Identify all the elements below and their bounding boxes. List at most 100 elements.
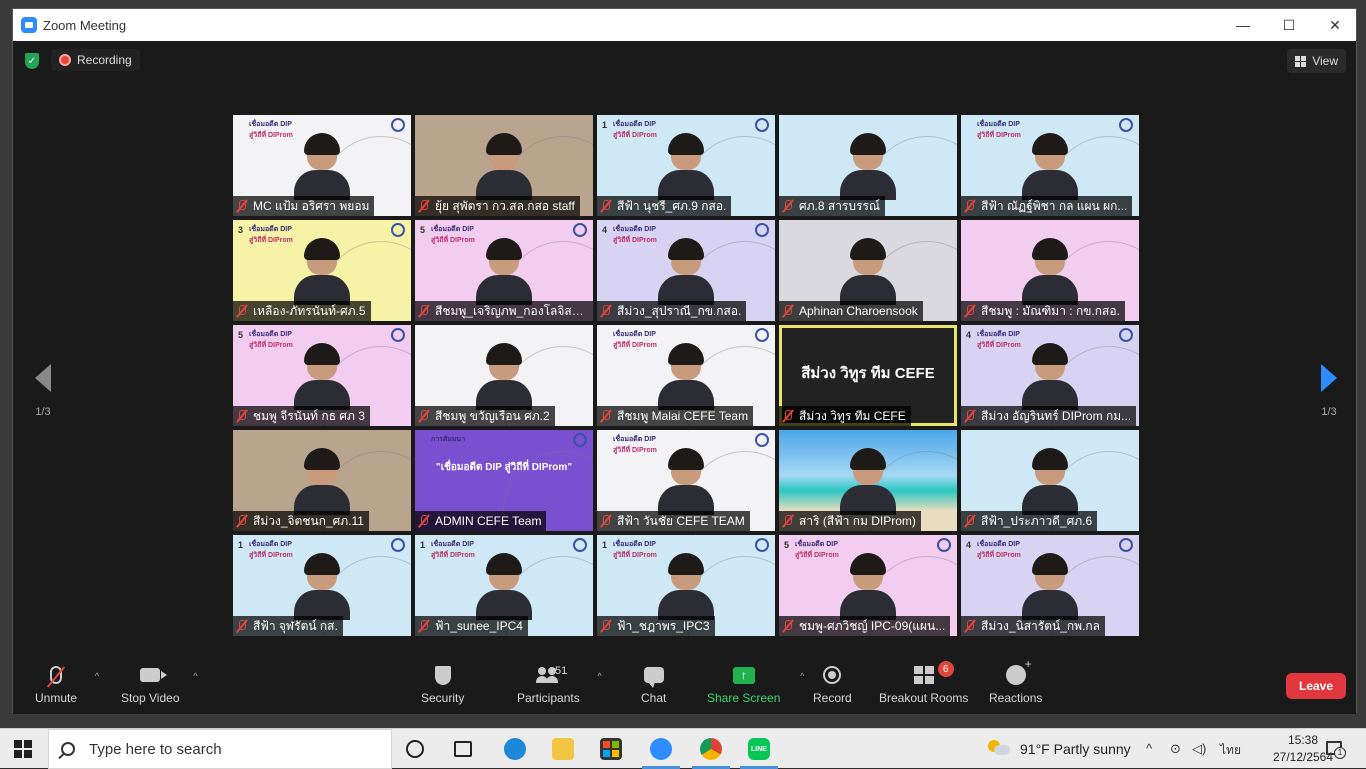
participant-video-tile[interactable]: เชื่อมอดีต DIP สู่วิถีที่ DIProm สีฟ้า วัน… bbox=[597, 430, 775, 531]
participant-video-tile[interactable]: ยุ้ย สุพัตรา กว.สล.กสอ staff bbox=[415, 115, 593, 216]
windows-start-icon[interactable] bbox=[14, 740, 32, 758]
participant-video-tile[interactable]: 4 เชื่อมอดีต DIP สู่วิถีที่ DIProm สีม่วง อ… bbox=[961, 325, 1139, 426]
maximize-button[interactable]: ☐ bbox=[1266, 9, 1312, 41]
event-banner-line-1: การสัมมนา bbox=[431, 436, 466, 443]
group-number-badge: 5 bbox=[420, 225, 426, 235]
chrome-browser-icon[interactable] bbox=[700, 738, 722, 760]
event-banner-line-2: สู่วิถีที่ DIProm bbox=[613, 237, 657, 244]
next-page-button[interactable]: 1/3 bbox=[1309, 364, 1349, 418]
participants-options-chevron-icon[interactable]: ^ bbox=[597, 671, 601, 681]
participant-video-tile[interactable]: เชื่อมอดีต DIP สู่วิถีที่ DIProm สีชมพู Ma… bbox=[597, 325, 775, 426]
taskbar-search-box[interactable]: Type here to search bbox=[48, 729, 392, 769]
participant-video-tile[interactable]: 1 เชื่อมอดีต DIP สู่วิถีที่ DIProm ฟ้า_ชฎาพ… bbox=[597, 535, 775, 636]
volume-icon[interactable]: ◁) bbox=[1192, 741, 1206, 757]
participant-name: สีชมพู : มัณฑิมา : กข.กสอ. bbox=[981, 303, 1120, 318]
view-button[interactable]: View bbox=[1287, 49, 1346, 73]
event-banner-line-1: เชื่อมอดีต DIP bbox=[977, 331, 1020, 338]
previous-page-button[interactable]: 1/3 bbox=[23, 364, 63, 418]
event-banner: เชื่อมอดีต DIP สู่วิถีที่ DIProm bbox=[795, 539, 841, 559]
minimize-button[interactable]: — bbox=[1220, 9, 1266, 41]
chat-button[interactable]: Chat bbox=[641, 663, 666, 711]
line-app-icon[interactable]: LINE bbox=[748, 738, 770, 760]
microphone-muted-icon bbox=[782, 514, 794, 528]
participant-video-person bbox=[658, 238, 714, 305]
microphone-muted-icon bbox=[600, 619, 612, 633]
participant-video-tile[interactable]: สีชมพู : มัณฑิมา : กข.กสอ. bbox=[961, 220, 1139, 321]
zoom-meeting-window: Zoom Meeting — ☐ ✕ ✓ Recording View 1/3 … bbox=[12, 8, 1358, 714]
participant-video-tile[interactable]: การสัมมนา "เชื่อมอดีต DIP สู่วิถีที่ DIPr… bbox=[415, 430, 593, 531]
participant-name: ฟ้า_sunee_IPC4 bbox=[435, 618, 523, 633]
audio-options-chevron-icon[interactable]: ^ bbox=[95, 671, 99, 681]
video-camera-icon bbox=[140, 668, 168, 682]
network-icon[interactable]: ⊙ bbox=[1170, 741, 1181, 757]
microsoft-store-icon[interactable] bbox=[600, 738, 622, 760]
unmute-button[interactable]: Unmute ^ bbox=[35, 663, 99, 711]
event-banner-line-1: เชื่อมอดีต DIP bbox=[613, 226, 656, 233]
participant-nameplate: ชมพู-ศภวิชญ์ IPC-09(แผน... bbox=[779, 616, 951, 636]
stop-video-button[interactable]: Stop Video ^ bbox=[121, 663, 198, 711]
participant-video-tile[interactable]: สีม่วง_จิตชนก_ศภ.11 bbox=[233, 430, 411, 531]
leave-meeting-button[interactable]: Leave bbox=[1286, 673, 1346, 699]
participant-video-tile[interactable]: เชื่อมอดีต DIP สู่วิถีที่ DIProm สีฟ้า ณัฏ… bbox=[961, 115, 1139, 216]
event-banner: เชื่อมอดีต DIP สู่วิถีที่ DIProm bbox=[431, 224, 477, 244]
participant-video-tile[interactable]: ศภ.8 สารบรรณ์ bbox=[779, 115, 957, 216]
cortana-icon[interactable] bbox=[406, 740, 424, 758]
file-explorer-icon[interactable] bbox=[552, 738, 574, 760]
partly-sunny-icon[interactable] bbox=[988, 740, 1010, 756]
encryption-shield-icon[interactable]: ✓ bbox=[25, 53, 39, 69]
event-banner: เชื่อมอดีต DIP สู่วิถีที่ DIProm bbox=[977, 539, 1023, 559]
breakout-rooms-button[interactable]: 6 Breakout Rooms bbox=[879, 661, 969, 711]
diprom-logo-icon bbox=[391, 118, 405, 132]
participant-video-tile[interactable]: 1 เชื่อมอดีต DIP สู่วิถีที่ DIProm ฟ้า_sune… bbox=[415, 535, 593, 636]
share-screen-button[interactable]: ↑ Share Screen ^ bbox=[707, 663, 804, 711]
participant-video-tile[interactable]: สีม่วง วิทูร ทีม CEFE สีม่วง วิทูร ทีม CE… bbox=[779, 325, 957, 426]
event-banner-line-1: เชื่อมอดีต DIP bbox=[431, 226, 474, 233]
participant-video-tile[interactable]: 1 เชื่อมอดีต DIP สู่วิถีที่ DIProm สีฟ้า นุ… bbox=[597, 115, 775, 216]
microphone-muted-icon bbox=[964, 514, 976, 528]
tray-overflow-chevron-icon[interactable]: ^ bbox=[1146, 741, 1152, 756]
participant-video-tile[interactable]: 3 เชื่อมอดีต DIP สู่วิถีที่ DIProm เหลือง-ภ… bbox=[233, 220, 411, 321]
participant-video-tile[interactable]: สีฟ้า_ประภาวดี_ศภ.6 bbox=[961, 430, 1139, 531]
share-options-chevron-icon[interactable]: ^ bbox=[800, 671, 804, 681]
event-banner-line-2: สู่วิถีที่ DIProm bbox=[613, 447, 657, 454]
participant-video-tile[interactable]: 5 เชื่อมอดีต DIP สู่วิถีที่ DIProm ชมพู จีร… bbox=[233, 325, 411, 426]
microphone-muted-icon bbox=[964, 409, 976, 423]
participant-video-tile[interactable]: 5 เชื่อมอดีต DIP สู่วิถีที่ DIProm ชมพู-ศภว… bbox=[779, 535, 957, 636]
zoom-app-icon[interactable] bbox=[650, 738, 672, 760]
participant-video-tile[interactable]: 1 เชื่อมอดีต DIP สู่วิถีที่ DIProm สีฟ้า จุ… bbox=[233, 535, 411, 636]
event-banner-line-1: เชื่อมอดีต DIP bbox=[613, 436, 656, 443]
participant-video-person bbox=[658, 553, 714, 620]
participant-video-tile[interactable]: 5 เชื่อมอดีต DIP สู่วิถีที่ DIProm สีชมพู_เ… bbox=[415, 220, 593, 321]
record-button[interactable]: Record bbox=[813, 663, 852, 711]
participant-video-tile[interactable]: สาริ (สีฟ้า กม DIProm) bbox=[779, 430, 957, 531]
participants-button[interactable]: 51 Participants ^ bbox=[517, 663, 602, 711]
page-indicator-left: 1/3 bbox=[35, 406, 51, 418]
windows-taskbar: Type here to search LINE 91°F Partly sun… bbox=[0, 728, 1366, 769]
search-placeholder: Type here to search bbox=[89, 740, 222, 758]
event-banner-line-2: สู่วิถีที่ DIProm bbox=[249, 237, 293, 244]
breakout-rooms-label: Breakout Rooms bbox=[879, 691, 969, 705]
group-number-badge: 4 bbox=[966, 330, 972, 340]
security-button[interactable]: Security bbox=[421, 663, 464, 711]
participant-video-tile[interactable]: เชื่อมอดีต DIP สู่วิถีที่ DIProm MC แป้ม อ… bbox=[233, 115, 411, 216]
participant-video-tile[interactable]: 4 เชื่อมอดีต DIP สู่วิถีที่ DIProm สีม่วง_ส… bbox=[597, 220, 775, 321]
recording-indicator[interactable]: Recording bbox=[51, 49, 140, 71]
group-number-badge: 1 bbox=[420, 540, 426, 550]
participant-video-person bbox=[294, 448, 350, 515]
edge-browser-icon[interactable] bbox=[504, 738, 526, 760]
video-options-chevron-icon[interactable]: ^ bbox=[193, 671, 197, 681]
reactions-button[interactable]: Reactions bbox=[989, 657, 1042, 711]
weather-widget[interactable]: 91°F Partly sunny bbox=[1020, 741, 1131, 757]
microphone-muted-icon bbox=[600, 199, 612, 213]
participant-video-tile[interactable]: 4 เชื่อมอดีต DIP สู่วิถีที่ DIProm สีม่วง_น… bbox=[961, 535, 1139, 636]
participant-video-tile[interactable]: สีชมพู ขวัญเรือน ศภ.2 bbox=[415, 325, 593, 426]
participant-nameplate: สีม่วง_นิสารัตน์_กพ.กล bbox=[961, 616, 1106, 636]
participant-nameplate: สีฟ้า_ประภาวดี_ศภ.6 bbox=[961, 511, 1098, 531]
group-number-badge: 1 bbox=[602, 540, 608, 550]
participant-video-tile[interactable]: Aphinan Charoensook bbox=[779, 220, 957, 321]
close-button[interactable]: ✕ bbox=[1312, 9, 1358, 41]
task-view-icon[interactable] bbox=[454, 741, 472, 757]
group-number-badge: 5 bbox=[784, 540, 790, 550]
share-screen-arrow-icon: ↑ bbox=[732, 666, 755, 684]
input-language-indicator[interactable]: ไทย bbox=[1220, 741, 1241, 760]
